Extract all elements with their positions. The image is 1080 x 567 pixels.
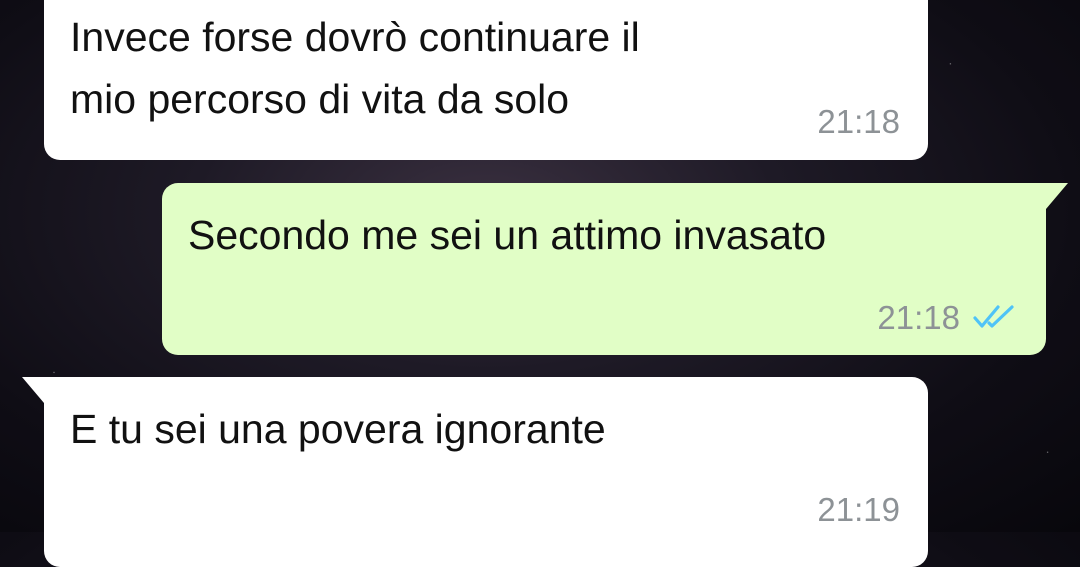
message-timestamp: 21:18 xyxy=(817,103,900,140)
message-timestamp: 21:19 xyxy=(817,491,900,528)
message-bubble-outgoing[interactable]: Secondo me sei un attimo invasato 21:18 xyxy=(162,183,1046,355)
message-text-line: mio percorso di vita da solo xyxy=(70,76,570,122)
message-bubble-incoming[interactable]: Invece forse dovrò continuare il mio per… xyxy=(44,0,928,160)
message-text: E tu sei una povera ignorante xyxy=(70,406,606,452)
double-check-read-icon xyxy=(973,305,1014,328)
message-text: Secondo me sei un attimo invasato xyxy=(188,212,827,258)
message-text-line: Invece forse dovrò continuare il xyxy=(70,14,640,60)
outgoing-bubble-tail xyxy=(1046,183,1068,209)
incoming-bubble-tail xyxy=(22,377,44,403)
message-timestamp: 21:18 xyxy=(877,299,960,336)
message-bubble-incoming[interactable]: E tu sei una povera ignorante 21:19 xyxy=(44,377,928,567)
